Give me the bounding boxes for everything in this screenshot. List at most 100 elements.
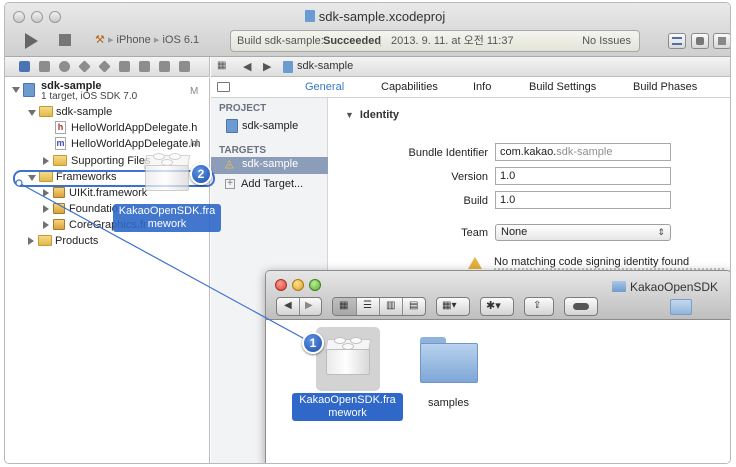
build-timestamp: 2013. 9. 11. at 오전 11:37: [391, 35, 514, 47]
target-list-item-label: sdk-sample: [242, 158, 299, 170]
project-root-subtitle: 1 target, iOS SDK 7.0: [41, 91, 138, 102]
tab-info[interactable]: Info: [473, 81, 491, 93]
nav-item-uikit-framework[interactable]: UIKit.framework: [69, 185, 147, 201]
action-button[interactable]: ✱▾: [480, 297, 514, 316]
jump-bar: ▦ ◀ ▶ sdk-sample: [211, 57, 730, 77]
forward-arrow-icon[interactable]: ▶: [305, 300, 313, 311]
finder-minimize-button[interactable]: [292, 279, 304, 291]
disclosure-triangle-icon[interactable]: [43, 157, 49, 165]
jump-bar-crumb[interactable]: sdk-sample: [297, 60, 353, 72]
back-arrow-icon[interactable]: ◀: [243, 60, 251, 73]
finder-item-label-selected[interactable]: KakaoOpenSDK.fra mework: [292, 393, 403, 421]
close-button[interactable]: [13, 11, 25, 23]
run-button[interactable]: [25, 33, 38, 49]
folder-icon[interactable]: [420, 337, 478, 383]
back-forward-buttons[interactable]: ◀ ▶: [276, 297, 322, 316]
test-navigator-icon[interactable]: [98, 60, 111, 73]
target-list-item-selected[interactable]: ◬ sdk-sample: [211, 157, 328, 174]
project-section-heading: PROJECT: [219, 103, 267, 114]
framework-icon: [53, 203, 65, 214]
implementation-file-icon: m: [55, 137, 66, 150]
tab-general[interactable]: General: [305, 81, 344, 93]
step-1-badge: 1: [302, 332, 324, 354]
identity-section-heading[interactable]: ▼ Identity: [345, 109, 399, 121]
disclosure-triangle-icon[interactable]: [12, 87, 20, 93]
finder-window: KakaoOpenSDK ◀ ▶ ▦ ☰ ▥ ▤ ▦▾ ✱▾ ⇪ KakaoOp…: [265, 270, 730, 463]
xcode-window: sdk-sample.xcodeproj ⚒ ▸ iPhone ▸ iOS 6.…: [4, 2, 731, 464]
zoom-button[interactable]: [49, 11, 61, 23]
framework-icon: [53, 187, 65, 198]
find-navigator-icon[interactable]: [59, 61, 70, 72]
tag-icon: [573, 303, 589, 310]
back-arrow-icon[interactable]: ◀: [284, 300, 292, 311]
stop-button[interactable]: [59, 34, 71, 46]
log-navigator-icon[interactable]: [159, 61, 170, 72]
disclosure-triangle-icon: ▼: [345, 110, 354, 120]
nav-item-appdelegate-h[interactable]: HelloWorldAppDelegate.h: [71, 120, 197, 136]
add-icon[interactable]: +: [225, 179, 235, 189]
coverflow-view-button[interactable]: ▤: [402, 298, 425, 315]
team-popup[interactable]: None ⇕: [495, 224, 671, 241]
tab-build-settings[interactable]: Build Settings: [529, 81, 596, 93]
hide-targets-icon[interactable]: [217, 82, 230, 92]
tab-capabilities[interactable]: Capabilities: [381, 81, 438, 93]
version-editor-icon[interactable]: [713, 33, 730, 49]
xcode-toolbar: sdk-sample.xcodeproj ⚒ ▸ iPhone ▸ iOS 6.…: [5, 3, 730, 57]
nav-item-appdelegate-m[interactable]: HelloWorldAppDelegate.m: [71, 136, 200, 152]
disclosure-triangle-icon[interactable]: [28, 110, 36, 116]
disclosure-triangle-icon[interactable]: [28, 237, 34, 245]
minimize-button[interactable]: [31, 11, 43, 23]
framework-bundle-icon: [143, 151, 191, 195]
warning-icon: [468, 257, 482, 269]
hammer-icon: ⚒: [95, 34, 105, 46]
list-view-button[interactable]: ☰: [356, 298, 379, 315]
modified-badge: M: [190, 86, 199, 97]
symbol-navigator-icon[interactable]: [39, 61, 50, 72]
bundle-identifier-field[interactable]: com.kakao.sdk-sample: [495, 143, 671, 161]
team-label: Team: [461, 227, 488, 239]
forward-arrow-icon[interactable]: ▶: [263, 60, 271, 73]
disclosure-triangle-icon[interactable]: [43, 221, 49, 229]
nav-item-supporting-files[interactable]: Supporting Files: [71, 153, 151, 169]
finder-item-label[interactable]: samples: [428, 395, 469, 411]
breakpoint-navigator-icon[interactable]: [139, 61, 150, 72]
arrange-button[interactable]: ▦▾: [436, 297, 470, 316]
assistant-editor-icon[interactable]: [691, 33, 709, 49]
nav-item-sdk-sample-group[interactable]: sdk-sample: [56, 104, 112, 120]
issues-indicator[interactable]: No Issues: [582, 31, 631, 51]
version-field[interactable]: 1.0: [495, 167, 671, 185]
folder-icon: [38, 235, 52, 246]
build-field[interactable]: 1.0: [495, 191, 671, 209]
bundle-identifier-label: Bundle Identifier: [408, 147, 489, 159]
finder-zoom-button[interactable]: [309, 279, 321, 291]
column-view-button[interactable]: ▥: [379, 298, 402, 315]
list-view-icon: ☰: [363, 300, 372, 311]
framework-bundle-icon[interactable]: [324, 335, 372, 379]
debug-navigator-icon[interactable]: [119, 61, 130, 72]
folder-icon: [39, 106, 53, 117]
popup-arrows-icon: ⇕: [657, 227, 665, 237]
view-mode-segmented[interactable]: ▦ ☰ ▥ ▤: [332, 297, 426, 316]
finder-window-title: KakaoOpenSDK: [630, 280, 719, 294]
project-navigator-icon[interactable]: [19, 61, 30, 72]
icon-view-button[interactable]: ▦: [333, 298, 356, 315]
scheme-selector[interactable]: ⚒ ▸ iPhone ▸ iOS 6.1: [95, 29, 221, 51]
nav-item-products[interactable]: Products: [55, 233, 98, 249]
finder-content: KakaoOpenSDK.fra mework samples: [266, 321, 730, 463]
standard-editor-icon[interactable]: [668, 33, 686, 49]
finder-close-button[interactable]: [275, 279, 287, 291]
targets-section-heading: TARGETS: [219, 145, 267, 156]
disclosure-triangle-icon[interactable]: [43, 205, 49, 213]
tags-button[interactable]: [564, 297, 598, 316]
tab-build-phases[interactable]: Build Phases: [633, 81, 697, 93]
project-list-item[interactable]: sdk-sample: [242, 118, 298, 134]
framework-icon: [53, 219, 65, 230]
nav-item-foundation-framework[interactable]: Foundatio: [69, 201, 118, 217]
related-items-icon[interactable]: ▦: [217, 60, 226, 71]
disclosure-triangle-icon[interactable]: [43, 189, 49, 197]
report-navigator-icon[interactable]: [179, 61, 190, 72]
share-button[interactable]: ⇪: [524, 297, 554, 316]
arrange-icon: ▦▾: [442, 300, 457, 311]
issue-navigator-icon[interactable]: [78, 60, 91, 73]
add-target-button[interactable]: Add Target...: [241, 176, 303, 192]
